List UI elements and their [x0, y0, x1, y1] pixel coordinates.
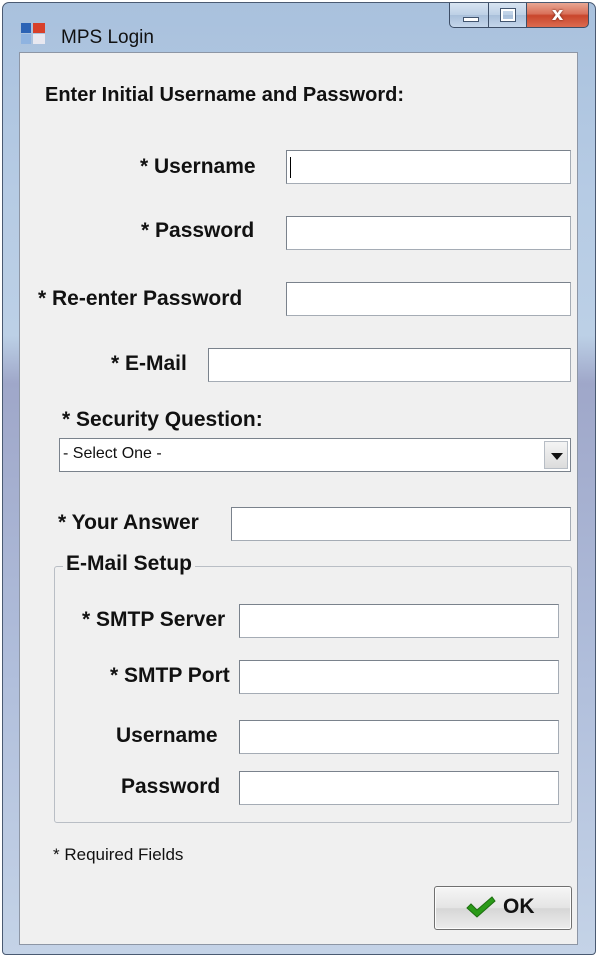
smtp-server-label: * SMTP Server — [82, 608, 226, 631]
close-button[interactable]: x — [527, 3, 589, 28]
your-answer-input[interactable] — [231, 507, 571, 541]
maximize-icon — [500, 8, 516, 22]
caption-buttons: x — [449, 3, 589, 30]
chevron-down-icon[interactable] — [544, 441, 568, 469]
smtp-username-input[interactable] — [239, 720, 559, 754]
dialog-client-area: Enter Initial Username and Password: * U… — [19, 52, 578, 945]
smtp-password-label: Password — [121, 775, 221, 798]
minimize-button[interactable] — [449, 3, 489, 28]
ok-button-content: OK — [465, 895, 535, 919]
close-icon: x — [551, 4, 564, 25]
smtp-port-input[interactable] — [239, 660, 559, 694]
smtp-username-label: Username — [116, 724, 218, 747]
password-input[interactable] — [286, 216, 571, 250]
form-heading: Enter Initial Username and Password: — [45, 84, 404, 106]
minimize-icon — [463, 17, 479, 22]
username-input[interactable] — [286, 150, 571, 184]
reenter-password-label: * Re-enter Password — [38, 287, 243, 310]
email-label: * E-Mail — [111, 352, 187, 375]
window-title: MPS Login — [61, 27, 154, 48]
security-question-select[interactable]: - Select One - — [59, 438, 571, 472]
checkmark-icon — [466, 896, 496, 918]
username-label: * Username — [140, 155, 256, 178]
required-fields-note: * Required Fields — [53, 845, 184, 864]
your-answer-label: * Your Answer — [58, 511, 199, 534]
ok-label: OK — [503, 895, 535, 918]
security-question-value: - Select One - — [63, 445, 162, 462]
ok-button[interactable]: OK — [434, 886, 572, 930]
email-input[interactable] — [208, 348, 571, 382]
security-question-label: * Security Question: — [62, 408, 263, 431]
smtp-port-label: * SMTP Port — [110, 664, 230, 687]
email-setup-title: E-Mail Setup — [63, 552, 196, 576]
app-icon — [21, 23, 47, 45]
smtp-password-input[interactable] — [239, 771, 559, 805]
smtp-server-input[interactable] — [239, 604, 559, 638]
text-caret — [290, 157, 291, 178]
mps-login-window: MPS Login x Enter Initial Username and P… — [2, 2, 596, 955]
title-bar[interactable]: MPS Login x — [3, 3, 595, 48]
email-setup-group: E-Mail Setup * SMTP Server * SMTP Port U… — [54, 552, 572, 823]
maximize-button[interactable] — [489, 3, 527, 28]
reenter-password-input[interactable] — [286, 282, 571, 316]
password-label: * Password — [141, 219, 255, 242]
